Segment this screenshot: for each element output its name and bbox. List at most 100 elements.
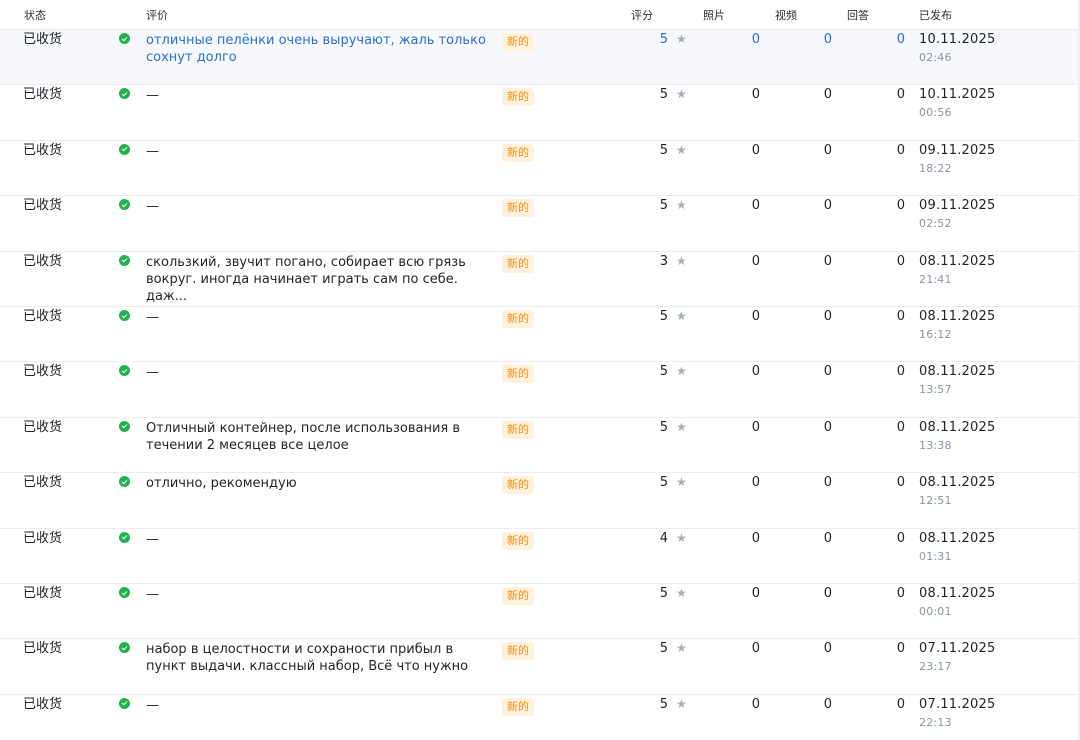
new-badge: 新的 (502, 642, 534, 661)
rating-value: 5 (659, 87, 668, 103)
photos-count: 0 (751, 641, 760, 657)
published-time: 16:12 (919, 328, 952, 341)
column-header-answers[interactable]: 回答 (847, 7, 869, 23)
table-row[interactable]: 已收货 набор в целостности и сохраности приб… (0, 639, 1080, 695)
table-row[interactable]: 已收货 отличные пелёнки очень выручают, жаль… (0, 30, 1080, 86)
table-row[interactable]: 已收货 — 新的 5 ★ 0 0 0 08.11.2025 13:57 (0, 362, 1080, 418)
rating-value: 5 (659, 641, 668, 657)
published-date: 09.11.2025 (919, 198, 996, 214)
rating-value: 5 (659, 32, 668, 47)
published-date: 08.11.2025 (919, 530, 996, 546)
rating-value: 5 (659, 364, 668, 380)
review-comment[interactable]: — (146, 586, 491, 603)
review-comment[interactable]: — (146, 198, 491, 215)
videos-count: 0 (823, 32, 832, 47)
column-header-published[interactable]: 已发布 (919, 7, 952, 23)
star-icon: ★ (676, 198, 687, 213)
review-comment[interactable]: отлично, рекомендую (146, 475, 491, 492)
column-header-status[interactable]: 状态 (24, 7, 46, 23)
star-icon: ★ (676, 475, 687, 490)
review-comment[interactable]: — (146, 143, 491, 160)
status-label: 已收货 (23, 253, 63, 269)
table-row[interactable]: 已收货 Отличный контейнер, после использован… (0, 417, 1080, 474)
published-date: 08.11.2025 (919, 586, 996, 601)
status-label: 已收货 (23, 530, 63, 546)
star-icon: ★ (676, 32, 687, 46)
table-row[interactable]: 已收货 — 新的 4 ★ 0 0 0 08.11.2025 01:31 (0, 528, 1080, 584)
published-time: 02:46 (919, 51, 952, 64)
published-time: 13:38 (919, 438, 952, 452)
answers-count: 0 (896, 32, 905, 47)
review-comment[interactable]: — (146, 697, 491, 714)
published-date: 08.11.2025 (919, 309, 996, 324)
star-icon: ★ (676, 87, 687, 102)
published-time: 22:13 (919, 715, 952, 729)
rating-value: 4 (659, 530, 668, 546)
check-circle-icon (119, 531, 130, 543)
column-header-comment[interactable]: 评价 (146, 7, 168, 23)
new-badge: 新的 (502, 33, 534, 51)
column-header-videos[interactable]: 视频 (775, 7, 797, 23)
check-circle-icon (119, 143, 130, 155)
answers-count: 0 (896, 253, 905, 269)
star-icon: ★ (676, 586, 687, 600)
answers-count: 0 (896, 586, 905, 601)
column-header-rating[interactable]: 评分 (631, 7, 653, 23)
photos-count: 0 (751, 530, 760, 546)
table-row[interactable]: 已收货 — 新的 5 ★ 0 0 0 09.11.2025 02:52 (0, 196, 1080, 252)
check-circle-icon (119, 310, 130, 321)
table-row[interactable]: 已收货 — 新的 5 ★ 0 0 0 09.11.2025 18:22 (0, 140, 1080, 197)
table-row[interactable]: 已收货 — 新的 5 ★ 0 0 0 07.11.2025 22:13 (0, 694, 1080, 740)
review-comment[interactable]: — (146, 309, 491, 326)
answers-count: 0 (896, 696, 905, 712)
status-label: 已收货 (23, 32, 63, 47)
status-label: 已收货 (23, 641, 63, 657)
table-row[interactable]: 已收货 — 新的 5 ★ 0 0 0 08.11.2025 16:12 (0, 307, 1080, 363)
check-circle-icon (119, 587, 130, 598)
photos-count: 0 (751, 419, 760, 435)
review-comment[interactable]: отличные пелёнки очень выручают, жаль то… (146, 32, 491, 66)
review-comment[interactable]: — (146, 531, 491, 548)
published-time: 23:17 (919, 660, 952, 674)
column-header-photos[interactable]: 照片 (703, 7, 725, 23)
table-row[interactable]: 已收货 — 新的 5 ★ 0 0 0 10.11.2025 00:56 (0, 85, 1080, 141)
table-row[interactable]: 已收货 — 新的 5 ★ 0 0 0 08.11.2025 00:01 (0, 584, 1080, 640)
star-icon: ★ (676, 641, 687, 656)
videos-count: 0 (823, 475, 832, 491)
check-circle-icon (119, 476, 130, 488)
answers-count: 0 (896, 475, 905, 491)
photos-count: 0 (751, 309, 760, 324)
review-comment[interactable]: Отличный контейнер, после использования … (146, 420, 491, 454)
videos-count: 0 (823, 696, 832, 712)
table-row[interactable]: 已收货 отлично, рекомендую 新的 5 ★ 0 0 0 08.11.2025 1… (0, 473, 1080, 529)
rating-value: 5 (659, 696, 668, 712)
new-badge: 新的 (502, 143, 534, 162)
status-label: 已收货 (23, 419, 63, 435)
check-circle-icon (119, 642, 130, 654)
review-comment[interactable]: — (146, 364, 491, 381)
star-icon: ★ (676, 419, 687, 434)
photos-count: 0 (751, 364, 760, 380)
answers-count: 0 (896, 142, 905, 158)
status-label: 已收货 (23, 198, 63, 214)
status-label: 已收货 (23, 142, 63, 158)
published-date: 07.11.2025 (919, 696, 996, 712)
published-date: 08.11.2025 (919, 253, 996, 269)
status-label: 已收货 (23, 475, 63, 491)
photos-count: 0 (751, 142, 760, 158)
star-icon: ★ (676, 309, 687, 323)
check-circle-icon (119, 254, 130, 266)
answers-count: 0 (896, 87, 905, 103)
rating-value: 5 (659, 586, 668, 601)
check-circle-icon (119, 365, 130, 377)
review-comment[interactable]: скользкий, звучит погано, собирает всю г… (146, 254, 491, 305)
videos-count: 0 (823, 530, 832, 546)
table-row[interactable]: 已收货 скользкий, звучит погано, собирает вс… (0, 251, 1080, 307)
photos-count: 0 (751, 32, 760, 47)
published-date: 10.11.2025 (919, 87, 996, 103)
answers-count: 0 (896, 198, 905, 214)
review-comment[interactable]: набор в целостности и сохраности прибыл … (146, 641, 491, 675)
videos-count: 0 (823, 419, 832, 435)
published-date: 08.11.2025 (919, 419, 996, 435)
review-comment[interactable]: — (146, 87, 491, 104)
